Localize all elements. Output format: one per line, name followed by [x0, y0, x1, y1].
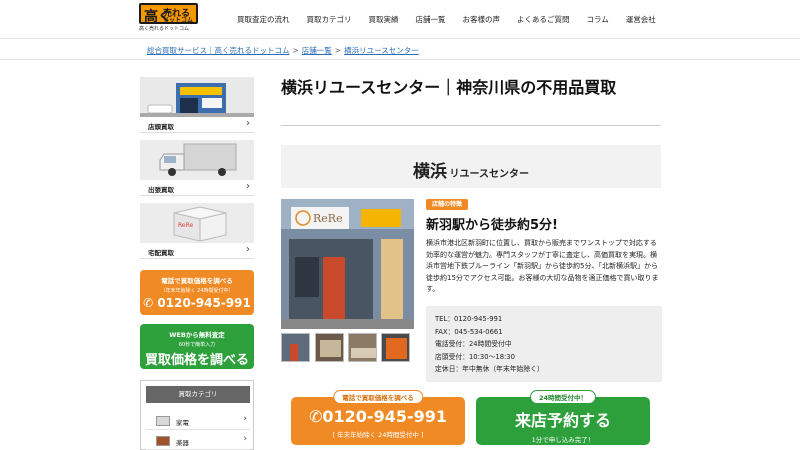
title-divider — [281, 125, 661, 126]
chevron-right-icon: › — [246, 181, 250, 192]
shop-sign-text: ReRe — [313, 212, 343, 225]
site-header: 高く 売れる ドットコム 高く売れるドットコム 買取査定の流れ 買取カテゴリ 買… — [0, 0, 800, 38]
sidebar-card-store[interactable]: 店頭買取 › — [140, 77, 254, 133]
category-item-instrument[interactable]: 楽器 › — [146, 432, 250, 450]
sidebar-web-cta[interactable]: WEBから無料査定 60秒で簡単入力 買取価格を調べる — [140, 324, 254, 369]
nav-faq[interactable]: よくあるご質問 — [517, 14, 570, 25]
photo-thumbnail-3[interactable] — [348, 333, 377, 362]
web-cta-line2: 60秒で簡単入力 — [178, 342, 216, 348]
guitar-icon — [156, 436, 170, 446]
info-fax: FAX：045-534-0661 — [435, 327, 503, 336]
breadcrumb-separator: > — [292, 46, 299, 55]
phone-button-number: 0120-945-991 — [322, 407, 447, 426]
feature-badge: 店舗の特徴 — [426, 199, 469, 210]
visit-button-sub: 1分で申し込み完了！ — [531, 436, 595, 444]
feature-description: 横浜市港北区新羽町に位置し、買取から販売までワンストップで対応する効率的な運営が… — [426, 239, 659, 293]
nav-voice[interactable]: お客様の声 — [463, 14, 501, 25]
sidebar-category-box: 買取カテゴリ 家電 › 楽器 › — [140, 380, 254, 450]
web-cta-line1: WEBから無料査定 — [169, 331, 225, 339]
breadcrumb-bar: 総合買取サービス｜高く売れるドットコム > 店舗一覧 > 横浜リユースセンター — [0, 38, 800, 60]
store-info-box: TEL：0120-945-991 FAX：045-534-0661 電話受付：2… — [426, 306, 662, 382]
phone-button-tab: 電話で買取価格を調べる — [333, 390, 423, 404]
logo-text-bottom: ドットコム — [163, 17, 194, 24]
photo-thumbnail-4[interactable] — [381, 333, 410, 362]
sidebar-card-label: 宅配買取 — [148, 249, 174, 257]
visit-reservation-button[interactable]: 24時間受付中！ 来店予約する 1分で申し込み完了！ — [476, 390, 650, 445]
phone-price-button[interactable]: 電話で買取価格を調べる ✆0120-945-991 [ 年末年始除く 24時間受… — [291, 390, 465, 445]
svg-text:ReRe: ReRe — [178, 222, 193, 229]
breadcrumb-stores[interactable]: 店舗一覧 — [302, 46, 332, 55]
site-logo[interactable]: 高く 売れる ドットコム 高く売れるドットコム — [139, 3, 198, 32]
photo-thumbnail-1[interactable] — [281, 333, 310, 362]
nav-results[interactable]: 買取実績 — [369, 14, 399, 25]
category-header: 買取カテゴリ — [146, 386, 250, 403]
breadcrumb: 総合買取サービス｜高く売れるドットコム > 店舗一覧 > 横浜リユースセンター — [147, 45, 419, 56]
logo-subtitle: 高く売れるドットコム — [139, 26, 190, 32]
sidebar-card-label: 出張買取 — [148, 186, 174, 194]
category-item-appliance[interactable]: 家電 › — [146, 412, 250, 430]
sidebar-card-delivery[interactable]: ReRe 宅配買取 › — [140, 203, 254, 259]
feature-title: 新羽駅から徒歩約5分! — [426, 218, 558, 233]
store-photo: ReRe — [281, 199, 414, 329]
phone-icon: ✆ — [143, 296, 154, 310]
sidebar-phone-cta[interactable]: 電話で買取価格を調べる （年末年始除く 24時間受付中） ✆ 0120-945-… — [140, 270, 254, 315]
store-building-image — [140, 77, 254, 117]
chevron-right-icon: › — [243, 434, 247, 444]
sidebar-card-label: 店頭買取 — [148, 123, 174, 131]
category-item-label: 楽器 — [176, 439, 189, 447]
visit-button-tab: 24時間受付中！ — [529, 390, 597, 404]
banner-city: 横浜 — [412, 162, 447, 182]
info-store-hours: 店頭受付：10:30～18:30 — [435, 352, 515, 361]
global-nav: 買取査定の流れ 買取カテゴリ 買取実績 店舗一覧 お客様の声 よくあるご質問 コ… — [237, 14, 656, 25]
phone-button-sub: [ 年末年始除く 24時間受付中 ] — [332, 431, 424, 439]
info-phone-hours: 電話受付：24時間受付中 — [435, 340, 512, 348]
page-title: 横浜リユースセンター｜神奈川県の不用品買取 — [281, 78, 617, 97]
phone-cta-number: 0120-945-991 — [157, 296, 251, 310]
nav-category[interactable]: 買取カテゴリ — [307, 14, 352, 25]
store-name-banner: 横浜 リユースセンター — [281, 145, 661, 188]
info-holiday: 定休日：年中無休（年末年始除く） — [435, 365, 544, 373]
breadcrumb-home[interactable]: 総合買取サービス｜高く売れるドットコム — [147, 46, 290, 55]
appliance-icon — [156, 416, 170, 426]
category-item-label: 家電 — [176, 419, 189, 427]
info-tel: TEL：0120-945-991 — [435, 315, 503, 323]
photo-thumbnail-2[interactable] — [315, 333, 344, 362]
phone-cta-line2: （年末年始除く 24時間受付中） — [160, 288, 234, 294]
phone-icon: ✆ — [308, 407, 323, 426]
breadcrumb-separator: > — [334, 46, 342, 55]
web-cta-line3: 買取価格を調べる — [144, 353, 249, 368]
logo-badge: 高く 売れる ドットコム — [139, 3, 198, 25]
sidebar-card-pickup[interactable]: 出張買取 › — [140, 140, 254, 196]
visit-button-label: 来店予約する — [514, 411, 611, 430]
nav-flow[interactable]: 買取査定の流れ — [237, 14, 290, 25]
phone-cta-line1: 電話で買取価格を調べる — [161, 277, 233, 285]
truck-image — [140, 140, 254, 180]
chevron-right-icon: › — [243, 414, 247, 424]
banner-store: リユースセンター — [449, 169, 530, 180]
nav-stores[interactable]: 店舗一覧 — [416, 14, 446, 25]
box-image: ReRe — [140, 203, 254, 243]
nav-column[interactable]: コラム — [587, 14, 609, 25]
breadcrumb-current[interactable]: 横浜リユースセンター — [344, 46, 419, 55]
chevron-right-icon: › — [246, 244, 250, 255]
chevron-right-icon: › — [246, 118, 250, 129]
nav-company[interactable]: 運営会社 — [626, 14, 656, 25]
